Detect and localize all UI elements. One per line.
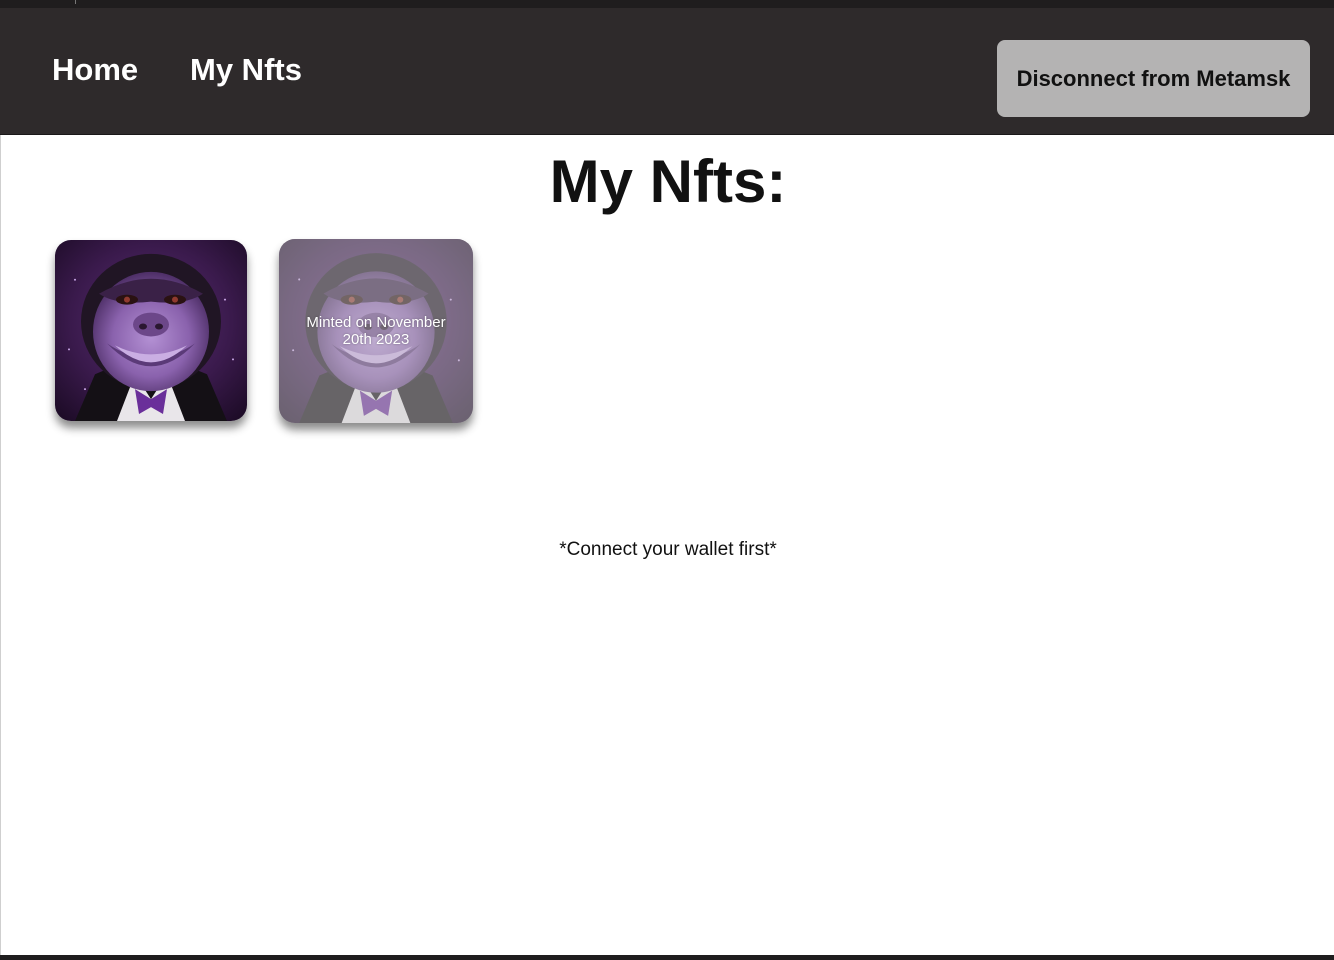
nav-home-link[interactable]: Home — [52, 52, 138, 88]
window-bottom-strip — [0, 955, 1334, 960]
connect-wallet-note: *Connect your wallet first* — [559, 539, 777, 560]
card-hover-overlay: Minted on November 20th 2023 — [279, 239, 473, 423]
top-navbar: Home My Nfts Disconnect from Metamsk — [0, 8, 1334, 135]
nav-my-nfts-link[interactable]: My Nfts — [190, 52, 302, 88]
main-content: My Nfts: Minted on November 20th 2023 *C… — [0, 135, 1334, 955]
window-top-strip — [0, 0, 1334, 8]
disconnect-metamask-button[interactable]: Disconnect from Metamsk — [997, 40, 1310, 117]
window-strip-tick — [75, 0, 76, 4]
mint-date-caption: Minted on November 20th 2023 — [306, 314, 446, 348]
nft-card-hovered[interactable]: Minted on November 20th 2023 — [279, 239, 473, 423]
gorilla-nft-image — [55, 240, 247, 421]
page-title: My Nfts: — [549, 148, 787, 215]
nft-card[interactable] — [55, 240, 247, 421]
